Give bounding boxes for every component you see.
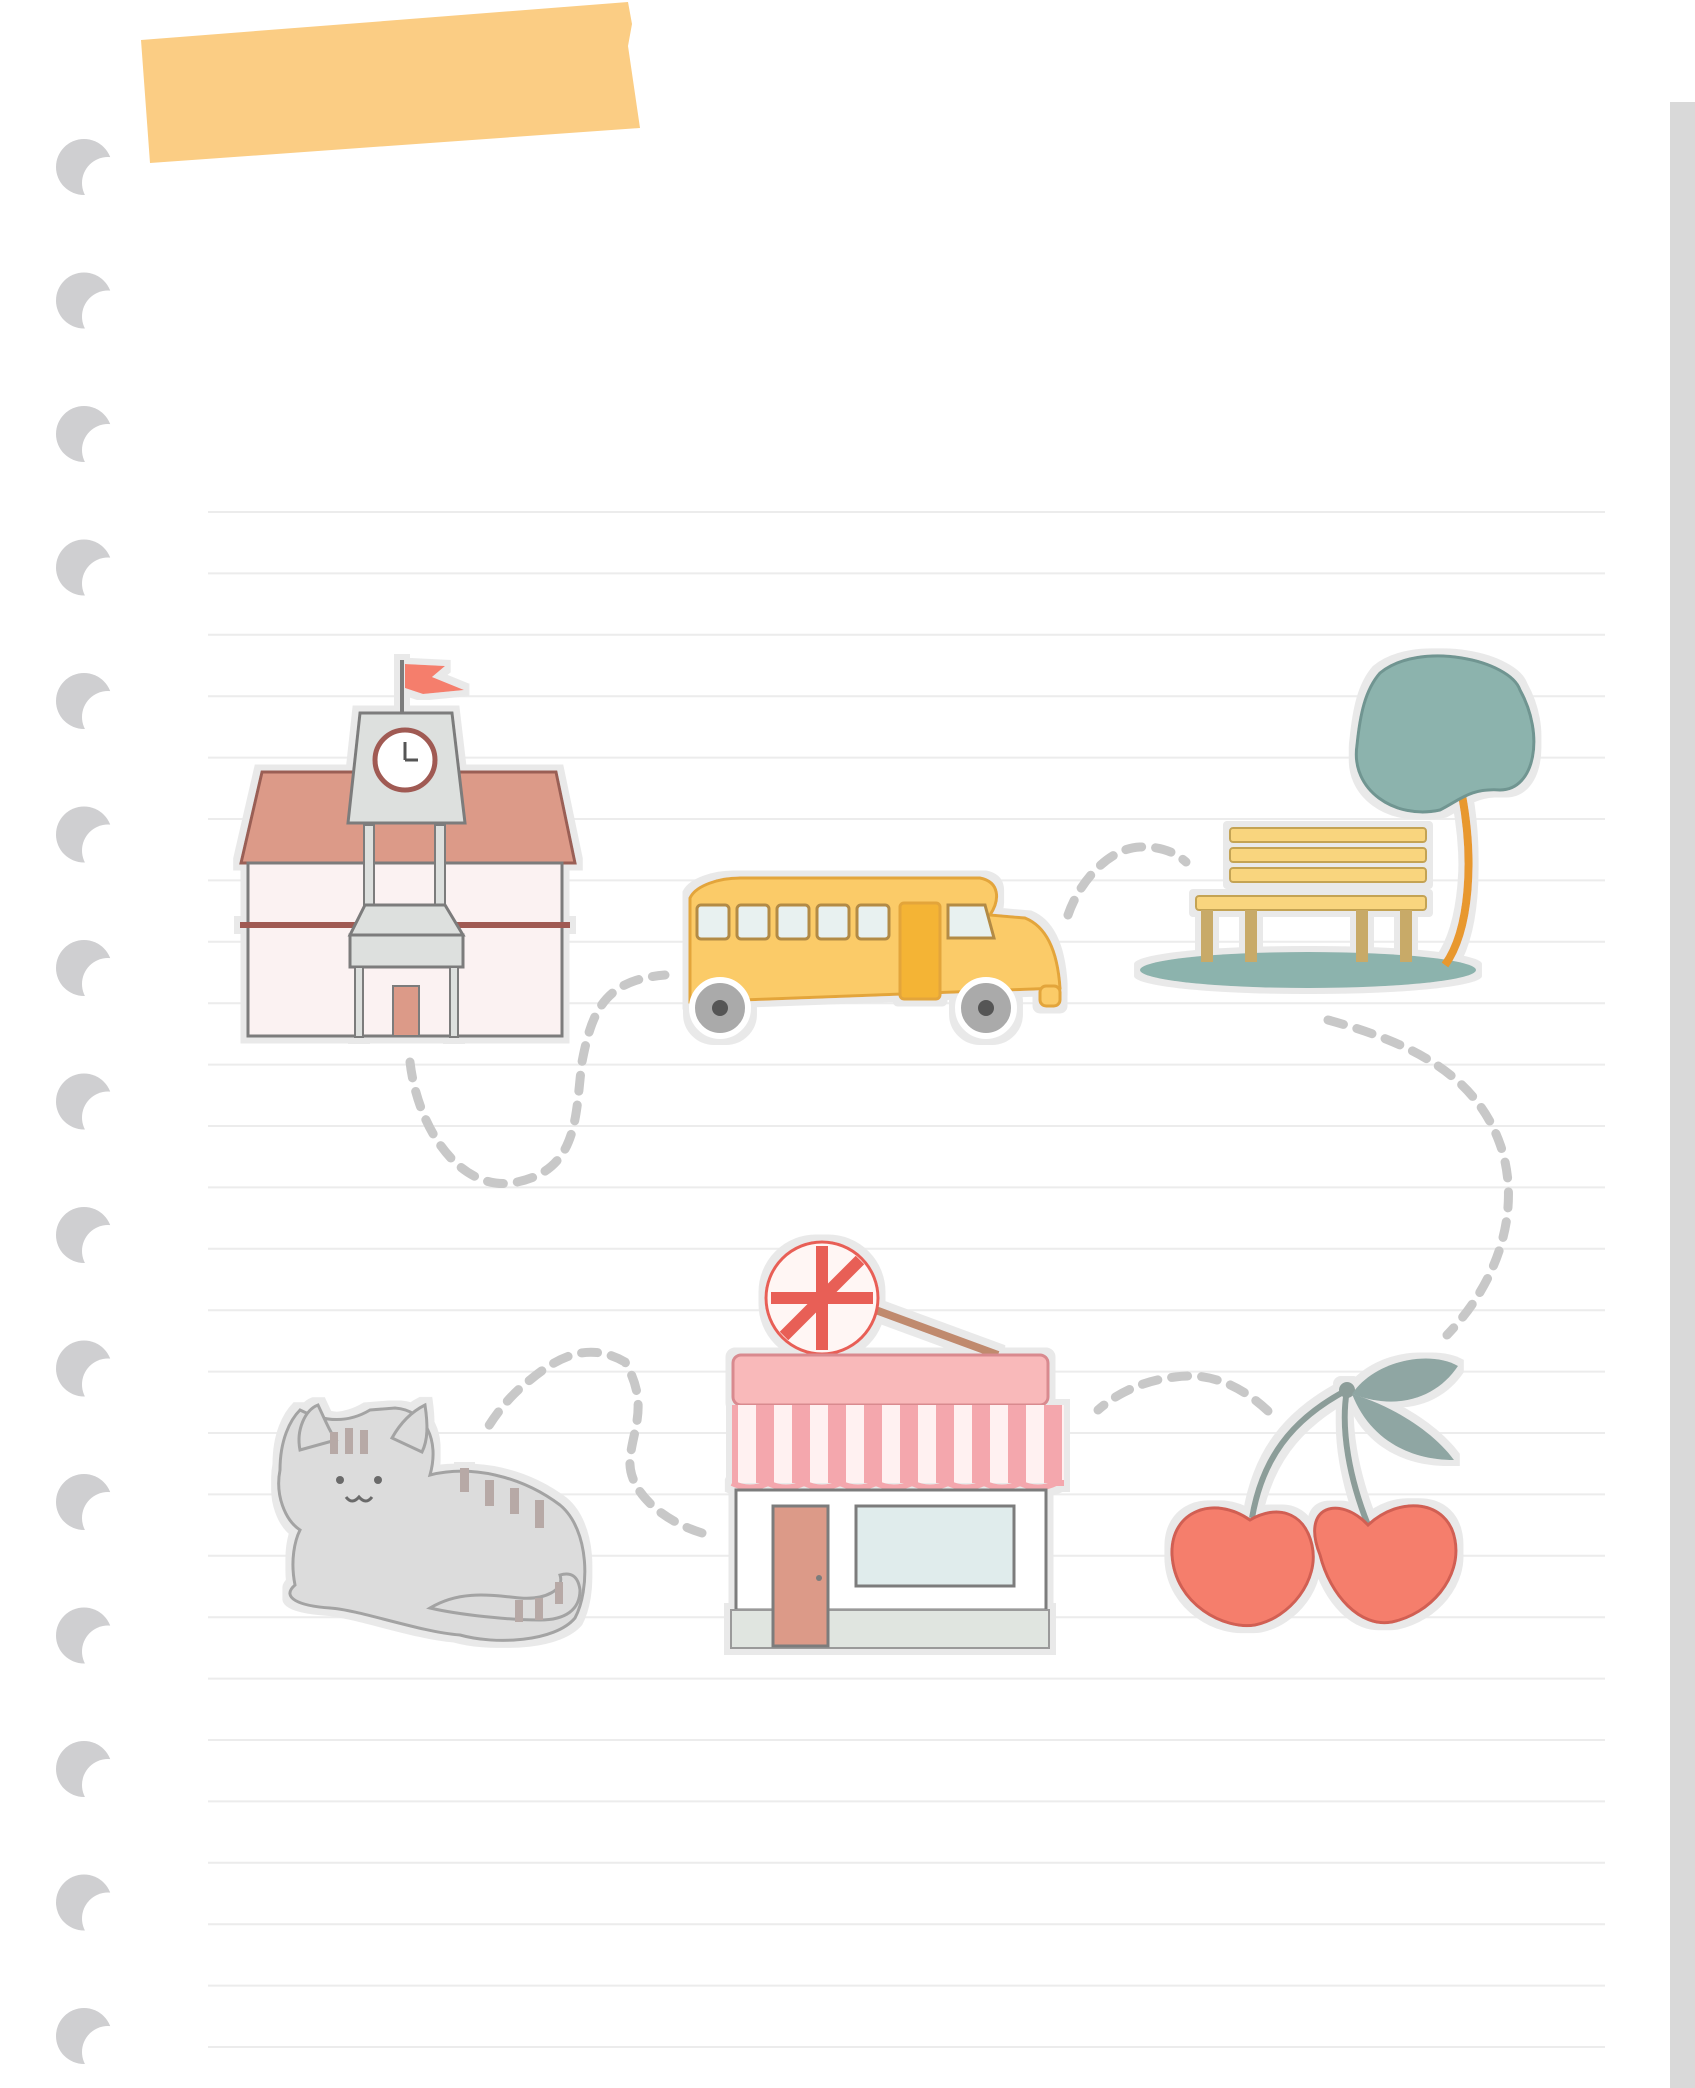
bench-tree-icon xyxy=(1140,654,1536,988)
bus-icon xyxy=(688,876,1062,1039)
binding-hole xyxy=(56,1073,134,1144)
binding-holes xyxy=(56,139,134,2078)
dashed-path-bench-to-cherries xyxy=(1323,1015,1513,1340)
cat-icon xyxy=(277,1402,587,1642)
notebook-page xyxy=(0,0,1695,2088)
binding-hole xyxy=(56,806,134,877)
binding-hole xyxy=(56,1207,134,1277)
binding-hole xyxy=(56,1607,134,1678)
washi-tape xyxy=(141,2,640,163)
binding-hole xyxy=(56,272,134,343)
binding-hole xyxy=(56,139,134,209)
binding-hole xyxy=(56,1474,134,1544)
binding-hole xyxy=(56,2008,134,2078)
binding-hole xyxy=(56,940,134,1010)
paper-edge-strip xyxy=(1670,102,1695,2088)
binding-hole xyxy=(56,1874,134,1945)
dashed-path-cherries-to-shop xyxy=(1093,1371,1273,1416)
binding-hole xyxy=(56,1741,134,1811)
binding-hole xyxy=(56,673,134,743)
notebook-canvas xyxy=(56,2,1695,2088)
binding-hole xyxy=(56,1340,134,1411)
binding-hole xyxy=(56,539,134,610)
school-icon xyxy=(239,660,577,1038)
cherry-icon xyxy=(1170,1358,1458,1628)
binding-hole xyxy=(56,406,134,476)
candy-shop-icon xyxy=(730,1240,1064,1649)
